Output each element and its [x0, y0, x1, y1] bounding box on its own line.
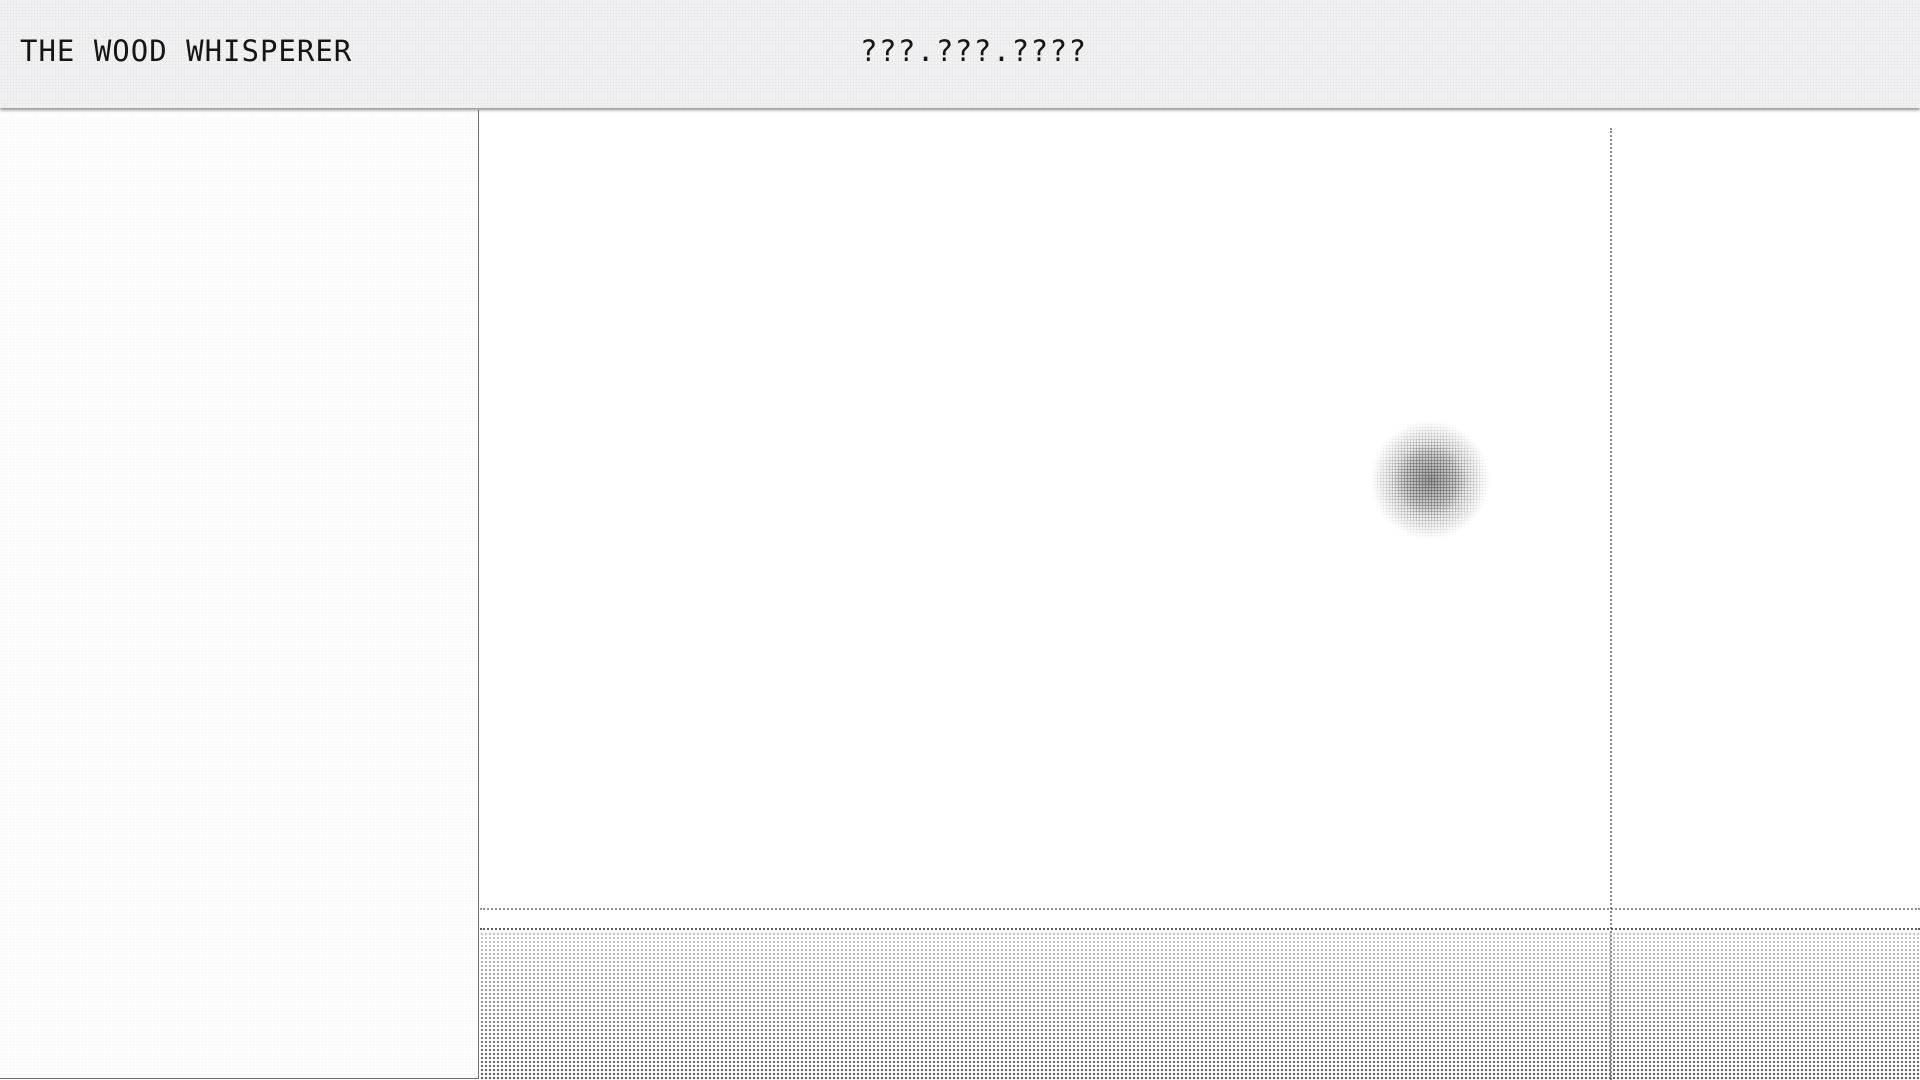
floor-halftone	[480, 932, 1920, 1080]
page: THE WOOD WHISPERER ???.???.????	[0, 0, 1920, 1080]
scene-view[interactable]	[480, 110, 1920, 1080]
left-panel	[0, 110, 479, 1079]
site-title[interactable]: THE WOOD WHISPERER	[20, 34, 352, 68]
horizon-line-lower	[480, 928, 1920, 930]
phone-number[interactable]: ???.???.????	[860, 34, 1088, 68]
header-bar: THE WOOD WHISPERER ???.???.????	[0, 0, 1920, 108]
horizon-line-upper	[480, 908, 1920, 910]
halftone-blob	[1370, 420, 1490, 540]
